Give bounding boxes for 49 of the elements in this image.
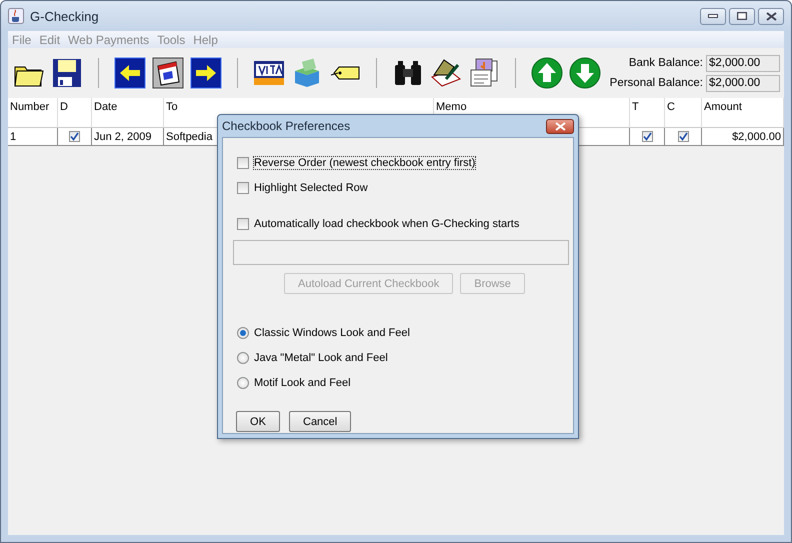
table-cell: $2,000.00	[702, 128, 784, 146]
table-cell: Jun 2, 2009	[92, 128, 164, 146]
column-header[interactable]: T	[630, 98, 665, 128]
option-label: Motif Look and Feel	[254, 376, 351, 388]
minimize-button[interactable]	[700, 8, 726, 24]
checkbox[interactable]	[69, 131, 80, 142]
balance-field: $2,000.00	[706, 54, 780, 72]
toolbar-button[interactable]	[113, 56, 147, 90]
option-label: Highlight Selected Row	[254, 182, 368, 194]
checkbox[interactable]	[237, 156, 249, 168]
notebook-pen-icon	[430, 57, 462, 89]
minimize-icon	[708, 14, 718, 18]
balance-label: Personal Balance:	[610, 77, 703, 89]
balance-label: Bank Balance:	[628, 57, 703, 69]
cancel-button[interactable]: Cancel	[289, 411, 352, 432]
column-header[interactable]: D	[58, 98, 92, 128]
java-cup-icon	[8, 8, 24, 24]
table-cell: 1	[8, 128, 58, 146]
close-icon	[766, 12, 776, 20]
close-button[interactable]	[758, 8, 784, 24]
toolbar-button[interactable]	[530, 56, 564, 90]
column-header[interactable]: C	[665, 98, 702, 128]
toolbar-button[interactable]	[151, 56, 185, 90]
column-header[interactable]: Amount	[702, 98, 784, 128]
column-header[interactable]: Number	[8, 98, 58, 128]
checkbox[interactable]	[642, 131, 652, 142]
option-label: Classic Windows Look and Feel	[254, 326, 410, 338]
maximize-button[interactable]	[729, 8, 755, 24]
toolbar-button[interactable]	[50, 56, 84, 90]
checkbox[interactable]	[237, 182, 249, 194]
documents-icon	[468, 57, 500, 89]
option-label: Reverse Order (newest checkbook entry first)	[254, 156, 476, 168]
balance-field: $2,000.00	[706, 74, 780, 92]
calendar-icon	[152, 57, 184, 89]
toolbar-button[interactable]	[568, 56, 602, 90]
maximize-icon	[737, 12, 747, 20]
checkbox[interactable]	[678, 131, 688, 142]
radio-button[interactable]	[237, 326, 249, 338]
close-icon	[554, 122, 566, 130]
toolbar-button[interactable]	[189, 56, 223, 90]
option-label: Java "Metal" Look and Feel	[254, 352, 388, 364]
checkbox[interactable]	[237, 218, 249, 230]
close-button[interactable]	[546, 118, 574, 134]
window-title: G-Checking	[30, 8, 99, 24]
column-header[interactable]: Date	[92, 98, 164, 128]
radio-button[interactable]	[237, 352, 249, 364]
ok-button[interactable]: OK	[236, 411, 280, 432]
radio-button[interactable]	[237, 376, 249, 388]
option-label: Automatically load checkbook when G-Checking starts	[254, 218, 520, 230]
